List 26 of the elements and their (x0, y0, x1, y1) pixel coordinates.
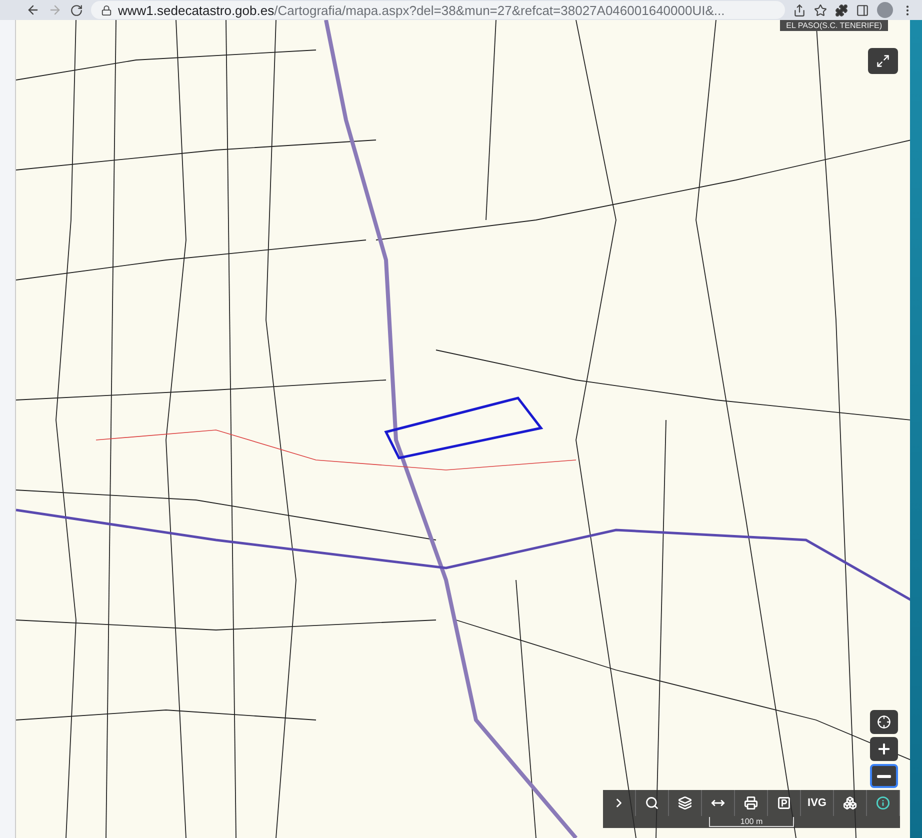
zoom-out-button[interactable] (870, 764, 898, 788)
expand-icon (876, 54, 890, 68)
back-icon[interactable] (26, 3, 40, 17)
puzzle-icon[interactable] (835, 4, 848, 16)
star-icon[interactable] (814, 4, 827, 16)
info-icon (876, 796, 890, 810)
lock-icon (101, 4, 112, 16)
scale-bar: 100 m (709, 817, 794, 827)
region-label: EL PASO(S.C. TENERIFE) (780, 20, 888, 31)
parking-icon (777, 796, 791, 810)
zoom-in-button[interactable] (870, 737, 898, 761)
layers-icon (678, 796, 692, 810)
plus-icon (876, 741, 892, 757)
avatar-icon[interactable] (877, 2, 893, 18)
locate-button[interactable] (870, 710, 898, 734)
address-bar[interactable]: www1.sedecatastro.gob.es/Cartografia/mapa.aspx?del=38&mun=27&refcat=38027A046001640000UI&... (91, 1, 785, 19)
fullscreen-button[interactable] (868, 48, 898, 74)
side-panel-icon[interactable] (856, 4, 869, 16)
share-icon[interactable] (793, 4, 806, 16)
printer-icon (744, 796, 758, 810)
url-text: www1.sedecatastro.gob.es/Cartografia/mapa.aspx?del=38&mun=27&refcat=38027A046001640000UI&... (118, 2, 725, 18)
minus-icon (877, 774, 891, 778)
crosshair-icon (877, 715, 891, 729)
search-icon (645, 796, 659, 810)
boxes-icon (843, 796, 857, 810)
reload-icon[interactable] (70, 4, 83, 16)
